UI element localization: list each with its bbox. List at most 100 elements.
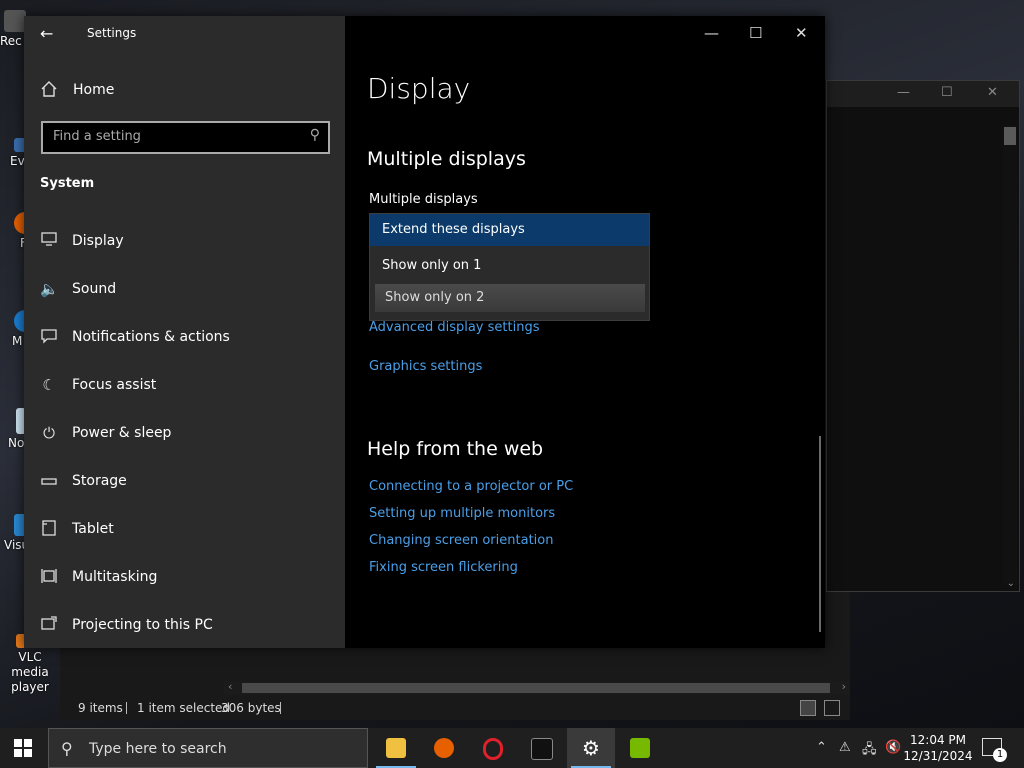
help-link[interactable]: Changing screen orientation	[369, 533, 553, 548]
status-separator	[280, 702, 281, 714]
scroll-right-icon[interactable]: ›	[842, 680, 846, 693]
horizontal-scrollbar[interactable]: ‹ ›	[224, 680, 850, 695]
scroll-down-icon[interactable]: ⌄	[1007, 578, 1015, 589]
scrollbar-thumb[interactable]	[1004, 127, 1016, 145]
desktop-icon-label: No	[8, 436, 25, 450]
settings-sidebar: ← Settings Home Find a setting ⚲ System …	[24, 16, 345, 648]
desktop-icon-label: M	[12, 334, 23, 348]
multitasking-icon	[40, 568, 58, 586]
speaker-icon: 🔈	[40, 280, 59, 298]
group-title: Multiple displays	[367, 148, 526, 170]
status-item-count: 9 items	[78, 701, 123, 715]
minimize-icon[interactable]: —	[897, 85, 910, 100]
dropdown-option-extend[interactable]: Extend these displays	[370, 214, 649, 246]
help-link[interactable]: Setting up multiple monitors	[369, 506, 555, 521]
search-icon: ⚲	[61, 739, 73, 758]
desktop-icon-notepad[interactable]: No	[0, 408, 26, 450]
background-window-titlebar: — ☐ ✕	[827, 81, 1019, 107]
sidebar-item-storage[interactable]: Storage	[24, 460, 345, 504]
dropdown-option-label: Extend these displays	[382, 222, 525, 237]
action-center-icon[interactable]: 1	[982, 738, 1007, 762]
help-link[interactable]: Connecting to a projector or PC	[369, 479, 573, 494]
scroll-left-icon[interactable]: ‹	[228, 680, 232, 693]
section-heading: System	[40, 176, 95, 191]
taskbar-terminal[interactable]	[517, 728, 565, 768]
chevron-up-icon[interactable]: ⌃	[816, 740, 827, 755]
app-title: Settings	[87, 26, 137, 40]
settings-search-input[interactable]: Find a setting ⚲	[41, 121, 330, 154]
desktop-icon-vscode[interactable]: Visu	[0, 514, 36, 552]
minimize-icon[interactable]: —	[704, 24, 719, 42]
sidebar-item-display[interactable]: Display	[24, 220, 345, 264]
home-label: Home	[73, 82, 115, 98]
notification-icon	[40, 328, 58, 346]
windows-start-icon[interactable]	[14, 739, 32, 757]
taskbar-firefox[interactable]	[420, 728, 468, 768]
close-icon[interactable]: ✕	[795, 24, 808, 42]
sidebar-item-power-sleep[interactable]: ⏻ Power & sleep	[24, 412, 345, 456]
taskbar-clock[interactable]: 12:04 PM 12/31/2024	[903, 732, 973, 764]
security-warning-icon[interactable]: ⚠	[839, 740, 851, 755]
multiple-displays-dropdown[interactable]: Extend these displays Show only on 1 Sho…	[369, 213, 650, 321]
maximize-icon[interactable]: ☐	[749, 24, 762, 42]
help-link[interactable]: Fixing screen flickering	[369, 560, 518, 575]
desktop-icon-label: Rec	[0, 34, 22, 48]
tablet-icon	[40, 520, 58, 538]
sidebar-item-multitasking[interactable]: Multitasking	[24, 556, 345, 600]
sidebar-item-tablet[interactable]: Tablet	[24, 508, 345, 552]
sidebar-item-projecting[interactable]: Projecting to this PC	[24, 604, 345, 648]
dropdown-label: Multiple displays	[369, 192, 478, 207]
opera-icon	[483, 738, 503, 760]
sidebar-item-label: Multitasking	[72, 569, 158, 585]
settings-content: — ☐ ✕ Display Multiple displays Multiple…	[345, 16, 825, 648]
search-icon[interactable]: ⚲	[310, 127, 320, 143]
sidebar-item-focus-assist[interactable]: ☾ Focus assist	[24, 364, 345, 408]
large-icons-view-icon[interactable]	[824, 700, 840, 716]
sidebar-item-label: Projecting to this PC	[72, 617, 213, 633]
sidebar-item-label: Tablet	[72, 521, 114, 537]
details-view-icon[interactable]	[800, 700, 816, 716]
file-explorer-icon	[386, 738, 406, 758]
dropdown-option-show-only-2[interactable]: Show only on 2	[375, 284, 645, 312]
content-scrollbar[interactable]	[819, 436, 821, 632]
network-icon[interactable]: 🖧	[862, 740, 877, 762]
taskbar-opera[interactable]	[469, 728, 517, 768]
close-icon[interactable]: ✕	[987, 85, 998, 100]
graphics-settings-link[interactable]: Graphics settings	[369, 359, 482, 374]
taskbar-nvidia[interactable]	[616, 728, 664, 768]
taskbar-search-placeholder: Type here to search	[89, 741, 227, 757]
back-arrow-icon[interactable]: ←	[40, 24, 53, 43]
dropdown-option-show-only-1[interactable]: Show only on 1	[370, 250, 649, 282]
help-section-title: Help from the web	[367, 438, 544, 460]
taskbar-file-explorer[interactable]	[372, 728, 420, 768]
desktop-icon-edge[interactable]: M	[0, 310, 36, 348]
maximize-icon[interactable]: ☐	[941, 85, 953, 100]
sidebar-item-label: Notifications & actions	[72, 329, 230, 345]
status-size: 306 bytes	[221, 701, 281, 715]
power-icon: ⏻	[43, 424, 55, 442]
desktop-icon-label: VLC media player	[11, 650, 49, 694]
sidebar-item-label: Storage	[72, 473, 127, 489]
vertical-scrollbar[interactable]	[1003, 125, 1017, 585]
desktop-icon-label: F	[0, 236, 27, 250]
scrollbar-thumb[interactable]	[242, 683, 830, 693]
status-separator	[126, 702, 127, 714]
sidebar-item-label: Focus assist	[72, 377, 157, 393]
taskbar-search-box[interactable]: ⚲ Type here to search	[48, 728, 368, 768]
sidebar-item-sound[interactable]: 🔈 Sound	[24, 268, 345, 312]
desktop-icon-recycle-bin[interactable]: Rec	[0, 10, 26, 48]
taskbar-settings[interactable]: ⚙	[567, 728, 615, 768]
nvidia-icon	[630, 738, 650, 758]
sidebar-item-label: Sound	[72, 281, 117, 297]
desktop-icon-firefox[interactable]: F	[0, 212, 36, 250]
search-placeholder: Find a setting	[53, 129, 141, 144]
sidebar-item-notifications[interactable]: Notifications & actions	[24, 316, 345, 360]
status-selection: 1 item selected	[137, 701, 231, 715]
sidebar-item-label: Display	[72, 233, 124, 249]
advanced-display-settings-link[interactable]: Advanced display settings	[369, 320, 539, 335]
view-toggle[interactable]	[800, 698, 844, 718]
volume-muted-icon[interactable]: 🔇	[885, 740, 901, 755]
moon-icon: ☾	[42, 376, 56, 394]
explorer-status-bar: 9 items 1 item selected 306 bytes	[62, 696, 848, 720]
desktop-icon-eve[interactable]: Eve	[0, 138, 32, 168]
